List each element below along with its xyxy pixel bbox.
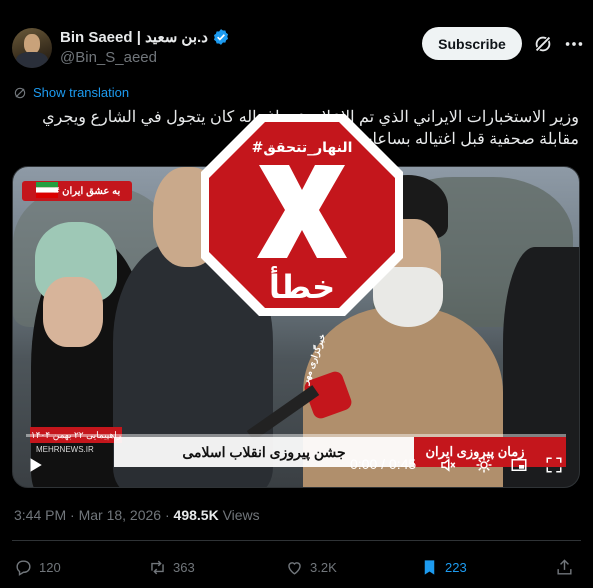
tweet-meta: 3:44 PM · Mar 18, 2026 · 498.5K Views xyxy=(14,507,260,523)
repost-button[interactable]: 363 xyxy=(148,558,195,577)
video-time: 0:00 / 0:45 xyxy=(350,456,417,472)
views-label: Views xyxy=(218,507,260,523)
show-translation-label[interactable]: Show translation xyxy=(33,85,129,100)
share-icon xyxy=(557,559,572,575)
share-button[interactable] xyxy=(555,558,574,577)
settings-gear-icon[interactable] xyxy=(475,456,493,474)
avatar[interactable] xyxy=(12,28,52,68)
reply-icon xyxy=(16,560,31,576)
divider xyxy=(12,540,581,541)
source-watermark: MEHRNEWS.IR xyxy=(36,445,94,454)
bookmark-icon xyxy=(424,560,435,575)
repost-icon xyxy=(151,560,164,575)
reply-button[interactable]: 120 xyxy=(14,558,61,577)
heart-icon xyxy=(288,562,301,575)
channel-tag-text: # به عشق ایران xyxy=(54,185,121,197)
show-translation-link[interactable]: Show translation xyxy=(13,85,129,100)
iran-flag-icon xyxy=(36,182,58,198)
video-progress-bar[interactable] xyxy=(26,434,566,437)
like-count: 3.2K xyxy=(310,560,337,575)
play-icon[interactable] xyxy=(26,456,44,474)
like-button[interactable]: 3.2K xyxy=(285,558,337,577)
author-name[interactable]: د.بن سعيد | Bin Saeed xyxy=(60,28,208,46)
author-name-row[interactable]: د.بن سعيد | Bin Saeed xyxy=(60,28,230,46)
picture-in-picture-icon[interactable] xyxy=(509,456,529,474)
views-count: 498.5K xyxy=(173,507,219,523)
tweet-timestamp[interactable]: 3:44 PM · Mar 18, 2026 · xyxy=(14,507,174,523)
author-handle[interactable]: @Bin_S_aeed xyxy=(60,49,157,66)
subscribe-button[interactable]: Subscribe xyxy=(422,27,522,60)
stamp-verdict: خطأ xyxy=(269,266,335,306)
fact-check-stamp: #النهار_تتحقق خطأ xyxy=(201,114,403,316)
translate-icon xyxy=(14,87,26,98)
reply-count: 120 xyxy=(39,560,61,575)
volume-icon[interactable] xyxy=(438,456,458,474)
repost-count: 363 xyxy=(173,560,195,575)
fullscreen-icon[interactable] xyxy=(545,456,563,474)
bookmark-count: 223 xyxy=(445,560,467,575)
stamp-hashtag: #النهار_تتحقق xyxy=(252,140,353,156)
grok-icon[interactable] xyxy=(532,33,554,55)
more-options-icon[interactable] xyxy=(563,33,585,55)
bookmark-button[interactable]: 223 xyxy=(420,558,467,577)
verified-badge-icon xyxy=(213,29,228,45)
